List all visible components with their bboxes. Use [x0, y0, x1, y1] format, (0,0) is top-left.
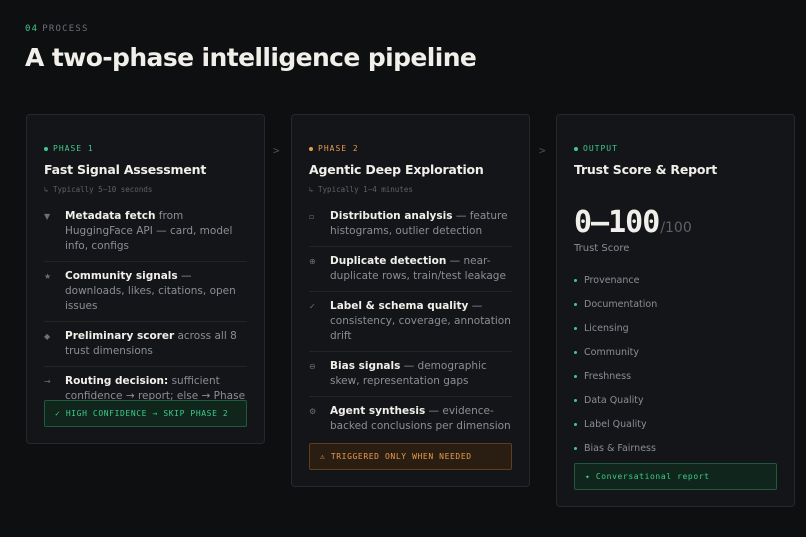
output-card: OUTPUT Trust Score & Report 0–100 /100 T…: [556, 114, 795, 507]
step-title: Label & schema quality: [330, 300, 469, 312]
phase-2-timing: ↳ Typically 1–4 minutes: [309, 185, 413, 194]
bullet-icon: [574, 350, 577, 354]
list-item: ⊕ Duplicate detection — near-duplicate r…: [309, 254, 512, 292]
section-label: PROCESS: [42, 24, 89, 34]
bullet-icon: [574, 398, 577, 402]
phase-1-timing: ↳ Typically 5–10 seconds: [44, 185, 153, 194]
phase-2-steps: ▫ Distribution analysis — feature histog…: [309, 209, 512, 441]
step-title: Distribution analysis: [330, 210, 453, 222]
step-title: Agent synthesis: [330, 405, 426, 417]
list-item: Provenance: [574, 268, 777, 292]
step-title: Metadata fetch: [65, 210, 156, 222]
page-title: A two-phase intelligence pipeline: [25, 43, 477, 72]
list-item: Licensing: [574, 316, 777, 340]
score-label: Trust Score: [574, 243, 630, 254]
phase-2-card: PHASE 2 Agentic Deep Exploration ↳ Typic…: [291, 114, 530, 487]
orange-dot-icon: [309, 146, 313, 151]
list-item: ★ Community signals — downloads, likes, …: [44, 269, 247, 322]
section-number: 04: [25, 24, 39, 34]
list-item: Community: [574, 340, 777, 364]
diamond-icon: ◆: [44, 332, 51, 341]
list-item: Documentation: [574, 292, 777, 316]
list-item: ▫ Distribution analysis — feature histog…: [309, 209, 512, 247]
step-title: Preliminary scorer: [65, 330, 175, 342]
bullet-icon: [574, 374, 577, 378]
star-icon: ★: [44, 272, 52, 281]
list-item: Data Quality: [574, 388, 777, 412]
step-title: Bias signals: [330, 360, 401, 372]
section-eyebrow: 04 PROCESS: [25, 24, 89, 34]
step-title: Routing decision:: [65, 375, 169, 387]
bullet-icon: [574, 422, 577, 426]
output-label: OUTPUT: [574, 144, 777, 153]
bullet-icon: [574, 446, 577, 450]
list-item: Bias & Fairness: [574, 436, 777, 460]
score-max: /100: [660, 220, 692, 236]
minus-circle-icon: ⊖: [309, 362, 316, 371]
square-icon: ▫: [309, 212, 315, 221]
chevron-right-icon: >: [273, 144, 280, 157]
list-item: ▼ Metadata fetch from HuggingFace API — …: [44, 209, 247, 262]
list-item: Label Quality: [574, 412, 777, 436]
list-item: Freshness: [574, 364, 777, 388]
output-label-text: OUTPUT: [583, 144, 618, 153]
step-title: Duplicate detection: [330, 255, 447, 267]
list-item: ◆ Preliminary scorer across all 8 trust …: [44, 329, 247, 367]
trust-score: 0–100 /100: [574, 205, 777, 240]
bullet-icon: [574, 326, 577, 330]
phase-2-label: PHASE 2: [309, 144, 512, 153]
phase-2-label-text: PHASE 2: [318, 144, 359, 153]
triangle-down-icon: ▼: [44, 212, 51, 221]
step-title: Community signals: [65, 270, 178, 282]
list-item: ⚙ Agent synthesis — evidence-backed conc…: [309, 404, 512, 441]
list-item: ✓ Label & schema quality — consistency, …: [309, 299, 512, 352]
gear-icon: ⚙: [309, 407, 317, 416]
list-item: ⊖ Bias signals — demographic skew, repre…: [309, 359, 512, 397]
bullet-icon: [574, 278, 577, 282]
green-dot-icon: [44, 146, 48, 151]
score-range: 0–100: [574, 205, 660, 240]
phase-1-card: PHASE 1 Fast Signal Assessment ↳ Typical…: [26, 114, 265, 444]
phase-1-label: PHASE 1: [44, 144, 247, 153]
dimension-list: Provenance Documentation Licensing Commu…: [574, 268, 777, 460]
bullet-icon: [574, 302, 577, 306]
check-icon: ✓: [309, 302, 316, 311]
triggered-badge: ⚠ TRIGGERED ONLY WHEN NEEDED: [309, 443, 512, 470]
chevron-right-icon: >: [539, 144, 546, 157]
green-dot-icon: [574, 146, 578, 151]
phase-1-label-text: PHASE 1: [53, 144, 94, 153]
output-title: Trust Score & Report: [574, 162, 718, 177]
phase-2-title: Agentic Deep Exploration: [309, 162, 484, 177]
high-confidence-badge: ✓ HIGH CONFIDENCE → SKIP PHASE 2: [44, 400, 247, 427]
phase-1-steps: ▼ Metadata fetch from HuggingFace API — …: [44, 209, 247, 426]
conversational-report-badge: ✦ Conversational report: [574, 463, 777, 490]
target-icon: ⊕: [309, 257, 316, 266]
phase-1-title: Fast Signal Assessment: [44, 162, 207, 177]
